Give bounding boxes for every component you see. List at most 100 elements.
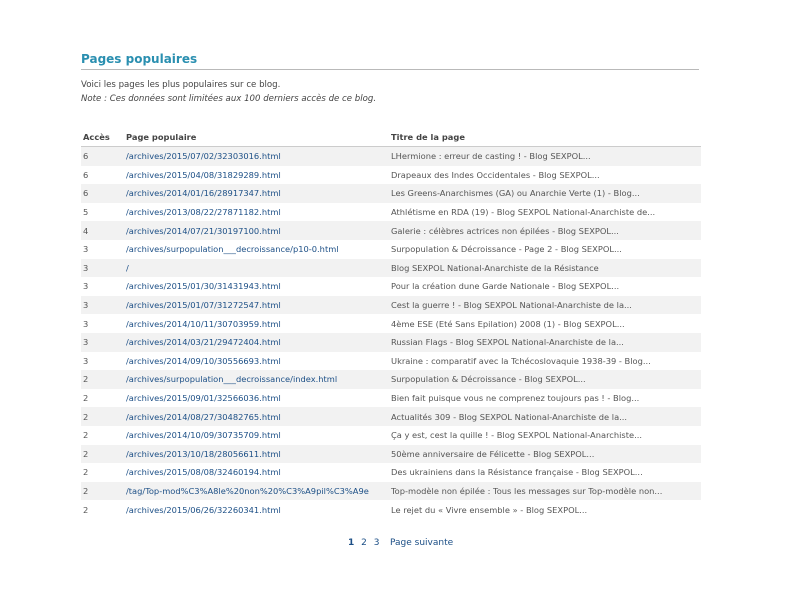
page-cell: /archives/2015/07/02/32303016.html	[124, 146, 389, 166]
page-title-cell: Des ukrainiens dans la Résistance frança…	[391, 467, 643, 478]
hit-count: 2	[81, 444, 124, 464]
page-cell: /archives/2015/01/07/31272547.html	[124, 295, 389, 315]
page-cell: /archives/2015/08/08/32460194.html	[124, 463, 389, 482]
intro-note: Note : Ces données sont limitées aux 100…	[81, 94, 377, 104]
table-body: 6/archives/2015/07/02/32303016.html LHerm…	[81, 146, 701, 519]
page-title-cell: Ça y est, cest la quille ! - Blog SEXPOL…	[391, 430, 643, 441]
hit-count: 3	[83, 318, 89, 329]
column-header-hits: Accès	[81, 129, 124, 147]
page-title-cell: Bien fait puisque vous ne comprenez touj…	[391, 393, 640, 404]
hit-count: 6	[81, 184, 124, 203]
page-title-cell: Blog SEXPOL National-Anarchiste de la Ré…	[389, 258, 701, 278]
page-title-cell: 50ème anniversaire de Félicette - Blog S…	[389, 444, 701, 464]
hit-count: 3	[81, 258, 124, 278]
intro-text: Voici les pages les plus populaires sur …	[81, 78, 376, 106]
page-cell: /archives/surpopulation___decroissance/i…	[124, 370, 389, 389]
page-title-cell: Galerie : célèbres actrices non épilées …	[389, 221, 701, 240]
table-row: 3/archives/2015/01/07/31272547.html Cest …	[81, 295, 701, 315]
page-link[interactable]: /archives/2013/08/22/27871182.html	[126, 207, 281, 217]
page-link[interactable]: /	[126, 263, 129, 273]
table-row: 2/archives/2013/10/18/28056611.html 50ème…	[81, 444, 701, 464]
page-title-cell: Drapeaux des Indes Occidentales - Blog S…	[391, 169, 600, 180]
table-row: 2/tag/Top-mod%C3%A8le%20non%20%C3%A9pil%…	[81, 481, 701, 501]
hit-count: 2	[83, 430, 89, 441]
page-title-cell: Ukraine : comparatif avec la Tchécoslova…	[391, 355, 651, 366]
page-cell: /tag/Top-mod%C3%A8le%20non%20%C3%A9pil%C…	[124, 481, 389, 501]
page-title-cell: Top-modèle non épilée : Tous les message…	[389, 481, 701, 501]
page-title-cell: Les Greens-Anarchismes (GA) ou Anarchie …	[389, 184, 701, 203]
table-row: 3/archives/2015/01/30/31431943.html Pour …	[81, 277, 701, 296]
hit-count: 2	[83, 504, 89, 515]
table-row: 6/archives/2015/04/08/31829289.html Drape…	[81, 166, 701, 185]
page-link-3[interactable]: 3	[374, 538, 380, 548]
page-link[interactable]: /archives/2014/08/27/30482765.html	[126, 412, 281, 422]
page-link[interactable]: /archives/2015/04/08/31829289.html	[126, 170, 281, 180]
column-header-page: Page populaire	[124, 129, 389, 147]
page-link[interactable]: /archives/2013/10/18/28056611.html	[126, 449, 281, 459]
page-link[interactable]: /archives/2014/01/16/28917347.html	[126, 188, 281, 198]
hit-count: 3	[83, 244, 89, 255]
page-current: 1	[348, 538, 355, 548]
table-row: 2/archives/2014/10/09/30735709.html Ça y …	[81, 426, 701, 445]
page-cell: /archives/2014/08/27/30482765.html	[124, 407, 389, 426]
page-cell: /archives/2014/03/21/29472404.html	[124, 332, 389, 352]
page-cell: /archives/2014/10/09/30735709.html	[124, 426, 389, 445]
page-cell: /archives/2014/01/16/28917347.html	[124, 184, 389, 203]
page-link[interactable]: /tag/Top-mod%C3%A8le%20non%20%C3%A9pil%C…	[126, 486, 369, 496]
table-row: 3/archives/2014/03/21/29472404.html Russi…	[81, 332, 701, 352]
table-row: 2/archives/surpopulation___decroissance/…	[81, 370, 701, 389]
page-cell: /archives/2014/10/11/30703959.html	[124, 314, 389, 333]
page-link-2[interactable]: 2	[361, 538, 367, 548]
table-row: 4/archives/2014/07/21/30197100.html Galer…	[81, 221, 701, 240]
table-row: 3/archives/2014/10/11/30703959.html 4ème …	[81, 314, 701, 333]
page-link[interactable]: /archives/2015/07/02/32303016.html	[126, 151, 281, 161]
hit-count: 3	[81, 332, 124, 352]
hit-count: 3	[81, 295, 124, 315]
table-header-row: Accès Page populaire Titre de la page	[81, 129, 701, 147]
table-row: 6/archives/2014/01/16/28917347.html Les G…	[81, 184, 701, 203]
page-link[interactable]: /archives/surpopulation___decroissance/p…	[126, 244, 339, 254]
page-numbers: 1 2 3	[348, 538, 383, 548]
hit-count: 2	[81, 370, 124, 389]
table-row: 2/archives/2015/08/08/32460194.html Des u…	[81, 463, 701, 482]
page-link[interactable]: /archives/2014/07/21/30197100.html	[126, 226, 281, 236]
hit-count: 2	[83, 467, 89, 478]
hit-count: 3	[83, 281, 89, 292]
hit-count: 6	[81, 146, 124, 166]
table-row: 2/archives/2015/09/01/32566036.html Bien …	[81, 389, 701, 408]
page-cell: /archives/2015/04/08/31829289.html	[124, 166, 389, 185]
page-cell: /archives/2014/07/21/30197100.html	[124, 221, 389, 240]
page-title-cell: Surpopulation & Décroissance - Page 2 - …	[391, 244, 622, 255]
page-title-cell: Russian Flags - Blog SEXPOL National-Ana…	[389, 332, 701, 352]
page-link[interactable]: /archives/2015/09/01/32566036.html	[126, 393, 281, 403]
page-title-cell: Surpopulation & Décroissance - Blog SEXP…	[389, 370, 701, 389]
table-row: 5/archives/2013/08/22/27871182.html Athlé…	[81, 203, 701, 222]
hit-count: 3	[83, 355, 89, 366]
page-link[interactable]: /archives/2015/01/07/31272547.html	[126, 300, 281, 310]
page-link[interactable]: /archives/2015/06/26/32260341.html	[126, 505, 281, 515]
page-cell: /archives/2015/06/26/32260341.html	[124, 500, 389, 519]
hit-count: 2	[83, 393, 89, 404]
page-link[interactable]: /archives/2014/10/11/30703959.html	[126, 319, 281, 329]
next-page-link[interactable]: Page suivante	[390, 538, 453, 548]
page-link[interactable]: /archives/2014/09/10/30556693.html	[126, 356, 281, 366]
page-link[interactable]: /archives/2014/10/09/30735709.html	[126, 430, 281, 440]
column-header-title: Titre de la page	[389, 129, 701, 147]
page-title: Pages populaires	[81, 52, 198, 66]
page-title-cell: Pour la création dune Garde Nationale - …	[391, 281, 620, 292]
hit-count: 2	[81, 481, 124, 501]
page-link[interactable]: /archives/2014/03/21/29472404.html	[126, 337, 281, 347]
page-link[interactable]: /archives/2015/01/30/31431943.html	[126, 281, 281, 291]
table-row: 2/archives/2015/06/26/32260341.html Le re…	[81, 500, 701, 519]
page-link[interactable]: /archives/surpopulation___decroissance/i…	[126, 374, 337, 384]
page-link[interactable]: /archives/2015/08/08/32460194.html	[126, 467, 281, 477]
hit-count: 4	[81, 221, 124, 240]
page-cell: /archives/2014/09/10/30556693.html	[124, 352, 389, 371]
intro-description: Voici les pages les plus populaires sur …	[81, 80, 281, 90]
page-title-cell: 4ème ESE (Eté Sans Epilation) 2008 (1) -…	[391, 318, 625, 329]
hit-count: 2	[81, 407, 124, 426]
page-cell: /archives/surpopulation___decroissance/p…	[124, 240, 389, 259]
page-cell: /archives/2015/01/30/31431943.html	[124, 277, 389, 296]
popular-pages-table: Accès Page populaire Titre de la page 6/…	[81, 129, 701, 519]
title-divider	[81, 69, 699, 70]
